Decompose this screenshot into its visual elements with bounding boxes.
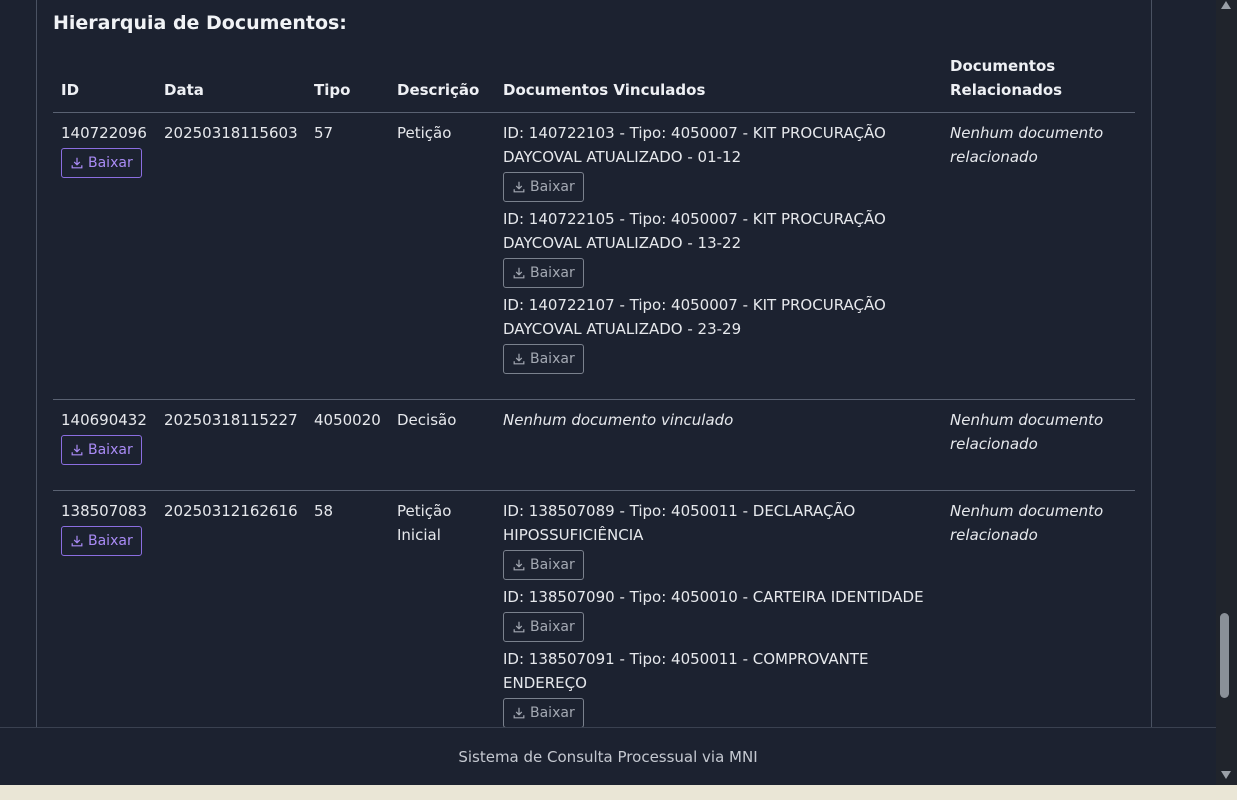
cell-descricao: Petição: [389, 112, 495, 400]
header-data: Data: [156, 50, 306, 113]
linked-download-button[interactable]: Baixar: [503, 612, 584, 642]
taskbar-strip: [0, 785, 1237, 800]
cell-tipo-text: 4050020: [314, 411, 381, 429]
cell-tipo: 4050020: [306, 399, 389, 491]
button-label: Baixar: [530, 619, 575, 635]
linked-document-text: ID: 138507090 - Tipo: 4050010 - CARTEIRA…: [503, 588, 924, 606]
cell-descricao: Petição Inicial: [389, 491, 495, 728]
linked-document-text: ID: 140722107 - Tipo: 4050007 - KIT PROC…: [503, 296, 886, 338]
cell-descricao: Decisão: [389, 399, 495, 491]
cell-vinculados: Nenhum documento vinculado: [495, 399, 942, 491]
vertical-scrollbar[interactable]: [1216, 0, 1237, 785]
linked-download-button[interactable]: Baixar: [503, 258, 584, 288]
linked-document-text: ID: 138507091 - Tipo: 4050011 - COMPROVA…: [503, 650, 869, 692]
cell-vinculados: ID: 140722103 - Tipo: 4050007 - KIT PROC…: [495, 112, 942, 400]
button-label: Baixar: [88, 533, 133, 549]
cell-vinculados: ID: 138507089 - Tipo: 4050011 - DECLARAÇ…: [495, 491, 942, 727]
download-icon: [512, 180, 526, 194]
download-icon: [70, 156, 84, 170]
linked-download-button[interactable]: Baixar: [503, 550, 584, 580]
cell-id: 140690432 Baixar: [53, 399, 156, 491]
download-button[interactable]: Baixar: [61, 526, 142, 556]
scroll-down-icon[interactable]: [1221, 771, 1231, 779]
button-label: Baixar: [88, 155, 133, 171]
download-icon: [70, 443, 84, 457]
cell-relacionados: Nenhum documento relacionado: [942, 491, 1135, 728]
cell-tipo: 58: [306, 491, 389, 728]
cell-id-text: 140722096: [61, 124, 147, 142]
linked-download-button[interactable]: Baixar: [503, 344, 584, 374]
button-label: Baixar: [88, 442, 133, 458]
cell-tipo: 57: [306, 112, 389, 400]
section-title: Hierarquia de Documentos:: [53, 12, 347, 34]
scroll-up-icon[interactable]: [1221, 1, 1231, 9]
cell-data: 20250318115603: [156, 112, 306, 400]
cell-id: 138507083 Baixar: [53, 491, 156, 728]
cell-relacionados: Nenhum documento relacionado: [942, 399, 1135, 491]
cell-data: 20250318115227: [156, 399, 306, 491]
main-viewport: Hierarquia de Documentos: ID Data Tipo D…: [0, 0, 1216, 727]
download-button[interactable]: Baixar: [61, 435, 142, 465]
no-related-documents: Nenhum documento relacionado: [950, 124, 1104, 166]
linked-document-text: ID: 140722103 - Tipo: 4050007 - KIT PROC…: [503, 124, 886, 166]
documents-table: ID Data Tipo Descrição Documentos Vincul…: [53, 50, 1135, 727]
download-button[interactable]: Baixar: [61, 148, 142, 178]
linked-download-button[interactable]: Baixar: [503, 698, 584, 727]
header-id: ID: [53, 50, 156, 113]
table-row: 140722096 Baixar 20250318115603 57 Petição ID…: [53, 112, 1135, 400]
cell-tipo-text: 57: [314, 124, 334, 142]
cell-descricao-text: Decisão: [397, 411, 457, 429]
table-row: 138507083 Baixar 20250312162616 58 Petição I…: [53, 491, 1135, 728]
download-icon: [70, 534, 84, 548]
cell-data-text: 20250318115603: [164, 124, 298, 142]
cell-data-text: 20250318115227: [164, 411, 298, 429]
no-linked-documents: Nenhum documento vinculado: [503, 411, 734, 429]
button-label: Baixar: [530, 557, 575, 573]
linked-download-button[interactable]: Baixar: [503, 172, 584, 202]
linked-document-text: ID: 138507089 - Tipo: 4050011 - DECLARAÇ…: [503, 502, 856, 544]
cell-data-text: 20250312162616: [164, 502, 298, 520]
button-label: Baixar: [530, 705, 575, 721]
download-icon: [512, 352, 526, 366]
cell-descricao-text: Petição Inicial: [397, 502, 452, 544]
cell-tipo-text: 58: [314, 502, 334, 520]
header-tipo: Tipo: [306, 50, 389, 113]
header-relacionados: Documentos Relacionados: [942, 50, 1135, 113]
cell-id-text: 138507083: [61, 502, 147, 520]
download-icon: [512, 266, 526, 280]
cell-id-text: 140690432: [61, 411, 147, 429]
download-icon: [512, 620, 526, 634]
cell-id: 140722096 Baixar: [53, 112, 156, 400]
table-row: 140690432 Baixar 20250318115227 4050020 Deci…: [53, 399, 1135, 491]
linked-document-text: ID: 140722105 - Tipo: 4050007 - KIT PROC…: [503, 210, 886, 252]
download-icon: [512, 558, 526, 572]
cell-descricao-text: Petição: [397, 124, 452, 142]
button-label: Baixar: [530, 351, 575, 367]
button-label: Baixar: [530, 265, 575, 281]
no-related-documents: Nenhum documento relacionado: [950, 502, 1104, 544]
button-label: Baixar: [530, 179, 575, 195]
no-related-documents: Nenhum documento relacionado: [950, 411, 1104, 453]
download-icon: [512, 706, 526, 720]
cell-relacionados: Nenhum documento relacionado: [942, 112, 1135, 400]
header-descricao: Descrição: [389, 50, 495, 113]
scroll-thumb[interactable]: [1220, 613, 1229, 698]
cell-data: 20250312162616: [156, 491, 306, 728]
table-body: 140722096 Baixar 20250318115603 57 Petição ID…: [53, 112, 1135, 728]
table-header-row: ID Data Tipo Descrição Documentos Vincul…: [53, 50, 1135, 113]
header-vinculados: Documentos Vinculados: [495, 50, 942, 113]
footer: Sistema de Consulta Processual via MNI: [0, 727, 1216, 785]
